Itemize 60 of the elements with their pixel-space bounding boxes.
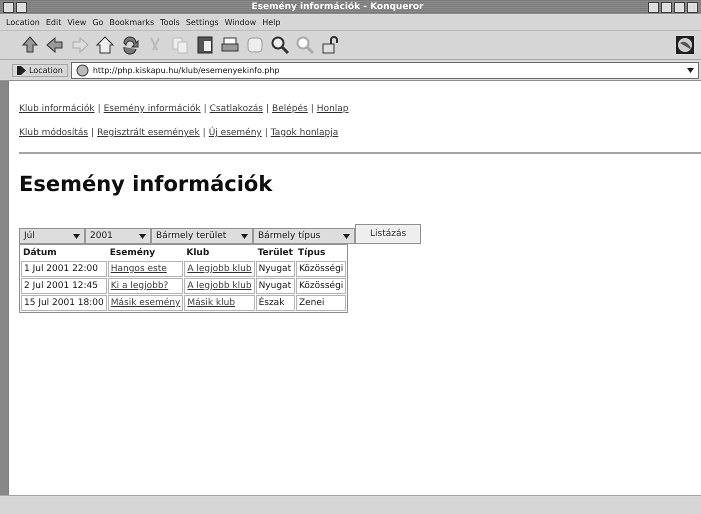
url-field[interactable]: http://php.kiskapu.hu/klub/esemenyekinfo.php [70, 62, 699, 78]
location-text: Location [29, 66, 63, 74]
table-cell: 2 Jul 2001 12:45 [21, 278, 107, 294]
table-cell: 15 Jul 2001 18:00 [21, 295, 107, 311]
menu-item[interactable]: Help [262, 18, 280, 26]
nav-link[interactable]: Klub módosítás [19, 128, 88, 138]
menu-item[interactable]: Window [224, 18, 256, 26]
link-separator: | [266, 104, 270, 114]
menu-item[interactable]: Edit [46, 18, 62, 26]
filter-dropdown[interactable]: 2001 [85, 228, 151, 244]
nav-link[interactable]: Csatlakozás [210, 104, 263, 114]
column-header: Dátum [22, 246, 58, 260]
dropdown-caret-icon [139, 234, 146, 238]
up-arrow-icon[interactable] [20, 35, 40, 55]
nav-link[interactable]: Új esemény [208, 128, 262, 138]
window-title: Esemény információk - Konqueror [250, 2, 424, 12]
filter-dropdown[interactable]: Bármely terület [151, 228, 253, 244]
clear-location-icon[interactable] [17, 66, 26, 74]
dropdown-caret-icon [343, 234, 350, 238]
table-cell: Közösségi [296, 278, 346, 294]
padlock-icon[interactable] [320, 35, 340, 55]
back-arrow-icon[interactable] [45, 35, 65, 55]
link-separator: | [310, 104, 314, 114]
home-icon[interactable] [95, 35, 115, 55]
table-cell: Zenei [296, 295, 346, 311]
menu-item[interactable]: Bookmarks [109, 18, 154, 26]
nav-link[interactable]: Honlap [316, 104, 349, 114]
column-header: Típus [296, 246, 326, 260]
link-separator: | [91, 128, 94, 138]
dropdown-caret-icon [241, 234, 248, 238]
dropdown-caret-icon[interactable] [687, 68, 694, 72]
list-button[interactable]: Listázás [355, 224, 422, 244]
table-cell: Nyugat [256, 278, 295, 294]
menu-item[interactable]: Go [92, 18, 104, 26]
paste-icon[interactable] [195, 35, 215, 55]
nav-link[interactable]: Regisztrált események [97, 128, 200, 138]
table-cell: Közösségi [296, 261, 346, 277]
column-header: Esemény [108, 246, 156, 260]
link-separator: | [202, 128, 206, 138]
nav-link[interactable]: Belépés [272, 104, 308, 114]
table-cell: Észak [256, 295, 295, 311]
filter-dropdown[interactable]: Júl [19, 228, 85, 244]
link-separator: | [204, 104, 207, 114]
filter-dropdown[interactable]: Bármely típus [253, 228, 355, 244]
column-header: Terület [256, 247, 294, 260]
column-header: Klub [185, 247, 210, 260]
table-cell: Nyugat [256, 261, 295, 277]
zoom-in-icon[interactable] [270, 35, 290, 55]
link-separator: | [264, 128, 268, 138]
nav-link[interactable]: Esemény információk [104, 104, 201, 114]
menu-item[interactable]: Settings [186, 18, 219, 26]
table-cell: 1 Jul 2001 22:00 [21, 261, 107, 277]
dropdown-caret-icon [73, 234, 80, 238]
link-separator: | [98, 104, 101, 114]
nav-link[interactable]: Klub információk [19, 104, 95, 114]
page-heading: Esemény információk [19, 172, 274, 196]
menu-item[interactable]: Location [6, 18, 40, 26]
nav-link[interactable]: Tagok honlapja [270, 128, 338, 138]
menu-item[interactable]: Tools [160, 18, 180, 26]
menu-item[interactable]: View [67, 18, 86, 26]
